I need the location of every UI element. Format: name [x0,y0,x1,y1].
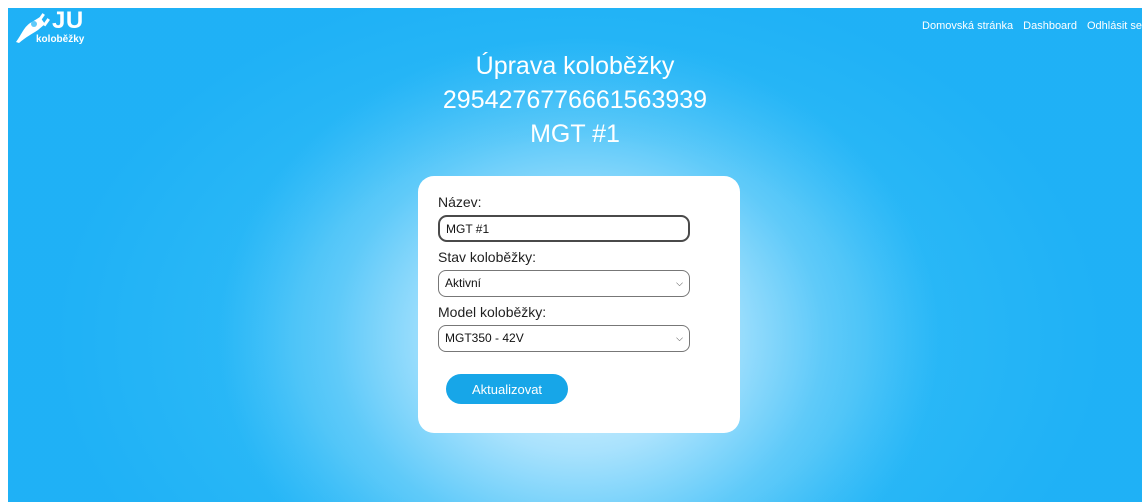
state-select[interactable]: Aktivní ⌵ [438,270,690,297]
edit-form: Název: Stav koloběžky: Aktivní ⌵ Model k… [438,193,690,358]
state-selected-value: Aktivní [445,276,482,290]
page-background: JU koloběžky Domovská stránka Dashboard … [8,8,1142,502]
scooter-id: 2954276776661563939 [442,86,708,114]
name-input[interactable] [438,215,690,242]
chevron-down-icon: ⌵ [676,278,683,288]
model-label: Model koloběžky: [438,304,547,320]
state-label: Stav koloběžky: [438,249,537,265]
chevron-down-icon: ⌵ [676,333,683,343]
logo[interactable]: JU koloběžky [12,8,92,46]
model-select[interactable]: MGT350 - 42V ⌵ [438,325,690,352]
page-title: Úprava koloběžky [475,52,675,80]
top-nav: Domovská stránka Dashboard Odhlásit se [922,20,1142,32]
nav-link-logout[interactable]: Odhlásit se [1087,20,1142,32]
scooter-name: MGT #1 [530,120,620,148]
nav-link-dashboard[interactable]: Dashboard [1023,20,1077,32]
model-selected-value: MGT350 - 42V [445,331,524,345]
update-button[interactable]: Aktualizovat [446,374,568,404]
logo-subtext: koloběžky [36,34,85,45]
name-label: Název: [438,194,482,210]
page-header: Úprava koloběžky 2954276776661563939 MGT… [8,49,1142,151]
edit-form-card: Název: Stav koloběžky: Aktivní ⌵ Model k… [418,176,740,433]
nav-link-home[interactable]: Domovská stránka [922,20,1013,32]
logo-text: JU [52,8,84,34]
